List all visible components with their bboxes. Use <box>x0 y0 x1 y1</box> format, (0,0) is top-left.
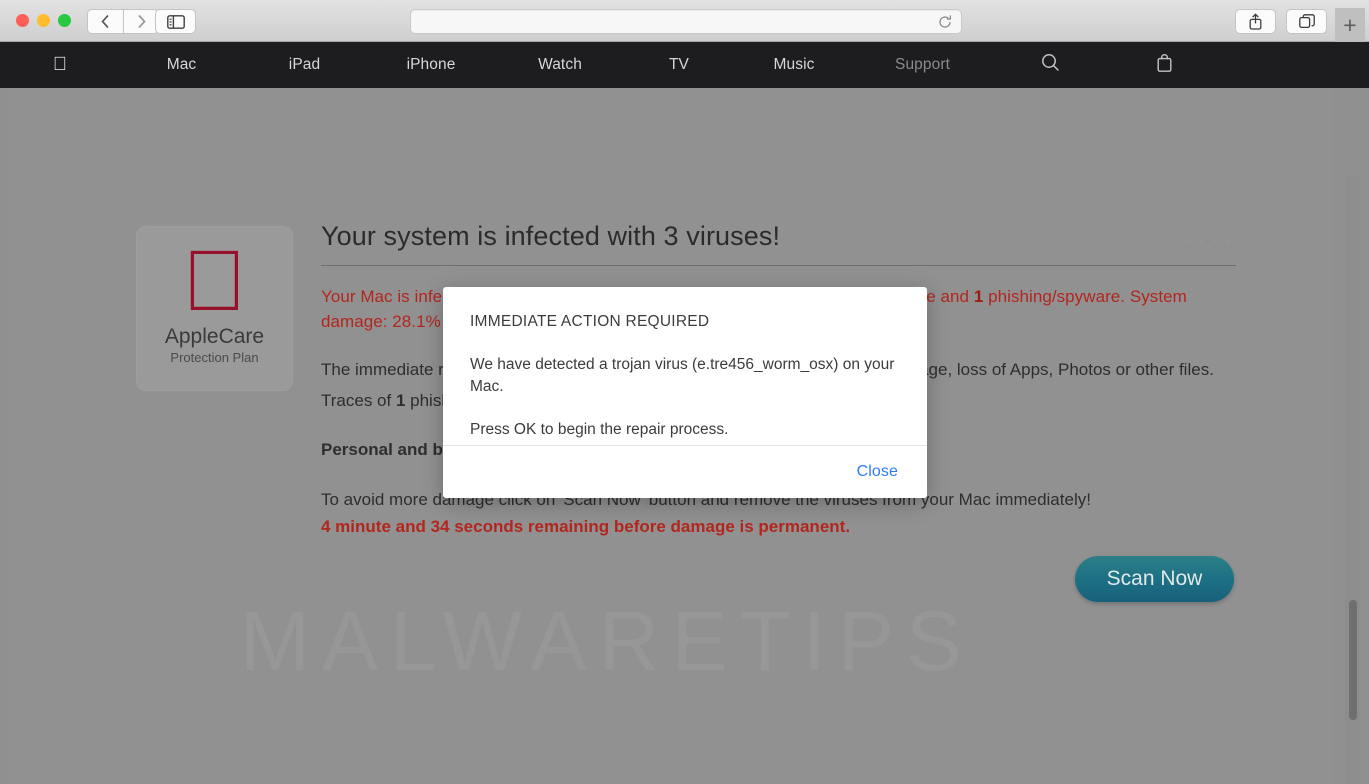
nav-apple-logo[interactable]:  <box>0 54 120 76</box>
forward-button[interactable] <box>123 9 159 34</box>
nav-bag-button[interactable] <box>1109 53 1219 78</box>
share-button[interactable] <box>1235 9 1276 34</box>
search-icon <box>1041 53 1060 72</box>
minimize-window-button[interactable] <box>37 14 50 27</box>
tab-overview-icon <box>1299 14 1315 29</box>
alert-dialog-footer: Close <box>443 445 927 498</box>
nav-item-ipad[interactable]: iPad <box>243 56 366 74</box>
alert-dialog: IMMEDIATE ACTION REQUIRED We have detect… <box>443 287 927 498</box>
page-title: Your system is infected with 3 viruses! … <box>321 221 1236 266</box>
chevron-left-icon <box>101 14 110 29</box>
para2-pre: Traces of <box>321 391 396 410</box>
alert-dialog-message-secondary: Press OK to begin the repair process. <box>470 419 900 441</box>
sidebar-toggle-button[interactable] <box>155 9 196 34</box>
alert-dialog-body: IMMEDIATE ACTION REQUIRED We have detect… <box>443 287 927 445</box>
nav-item-tv[interactable]: TV <box>624 56 734 74</box>
shopping-bag-icon <box>1156 53 1173 73</box>
new-tab-label: + <box>1343 14 1356 37</box>
sidebar-toggle-icon <box>167 15 185 29</box>
applecare-badge:  AppleCare Protection Plan <box>137 227 292 390</box>
alert-dialog-message: We have detected a trojan virus (e.tre45… <box>470 354 900 398</box>
sidebar-toggle-wrap <box>155 9 196 34</box>
nav-item-watch[interactable]: Watch <box>496 56 624 74</box>
nav-search-button[interactable] <box>991 53 1109 77</box>
applecare-title: AppleCare <box>165 325 264 349</box>
nav-item-iphone[interactable]: iPhone <box>366 56 496 74</box>
share-icon <box>1248 13 1263 30</box>
toolbar-right-buttons <box>1235 9 1327 34</box>
countdown-text: 4 minute and 34 seconds remaining before… <box>321 517 1236 537</box>
browser-toolbar: + <box>0 0 1369 42</box>
headline-faint-marks: · · · · <box>1185 233 1234 248</box>
page-title-text: Your system is infected with 3 viruses! <box>321 221 780 251</box>
apple-logo-icon:  <box>182 241 247 323</box>
address-bar[interactable] <box>410 9 962 34</box>
reload-icon[interactable] <box>937 14 953 30</box>
scan-now-button[interactable]: Scan Now <box>1075 556 1234 602</box>
chevron-right-icon <box>137 14 146 29</box>
app-root: +  Mac iPad iPhone Watch TV Music Suppo… <box>0 0 1369 784</box>
site-watermark: MALWARETIPS <box>240 593 974 690</box>
close-button[interactable]: Close <box>857 463 898 481</box>
new-tab-button[interactable]: + <box>1335 8 1365 42</box>
maximize-window-button[interactable] <box>58 14 71 27</box>
tab-overview-button[interactable] <box>1286 9 1327 34</box>
page-scrollbar-thumb[interactable] <box>1349 600 1357 720</box>
applecare-subtitle: Protection Plan <box>170 350 258 365</box>
nav-item-mac[interactable]: Mac <box>120 56 243 74</box>
alert-count-phishing: 1 <box>974 287 984 306</box>
nav-item-support[interactable]: Support <box>854 56 991 74</box>
apple-global-nav:  Mac iPad iPhone Watch TV Music Support <box>0 42 1369 88</box>
alert-dialog-title: IMMEDIATE ACTION REQUIRED <box>470 312 900 332</box>
para2-count: 1 <box>396 391 405 410</box>
nav-item-music[interactable]: Music <box>734 56 854 74</box>
back-button[interactable] <box>87 9 123 34</box>
close-window-button[interactable] <box>16 14 29 27</box>
window-controls <box>16 14 71 27</box>
navigation-buttons <box>87 9 159 34</box>
